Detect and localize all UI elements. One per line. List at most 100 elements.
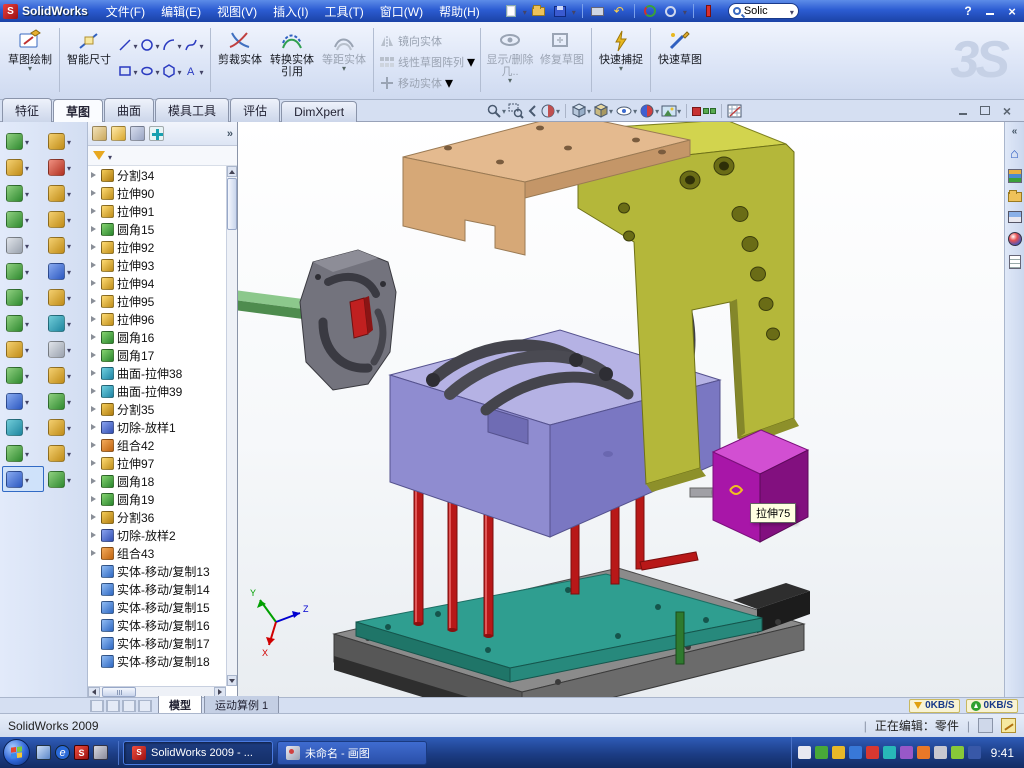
- ellipse-tool[interactable]: [139, 58, 161, 84]
- edit-appearance-icon[interactable]: [639, 103, 659, 119]
- menu-tools[interactable]: 工具(T): [316, 0, 371, 23]
- menu-file[interactable]: 文件(F): [98, 0, 153, 23]
- dropdown-arrow-icon[interactable]: [67, 366, 71, 384]
- dropdown-arrow-icon[interactable]: [25, 236, 29, 254]
- minimize-button[interactable]: [982, 4, 998, 18]
- expand-arrow-icon[interactable]: [91, 298, 100, 304]
- tab-evaluate[interactable]: 评估: [230, 98, 280, 122]
- dropdown-arrow-icon[interactable]: [67, 262, 71, 280]
- dropdown-arrow-icon[interactable]: [25, 418, 29, 436]
- tray-icon[interactable]: [900, 746, 913, 759]
- browser-icon[interactable]: e: [55, 745, 70, 760]
- rectangle-tool[interactable]: [117, 58, 139, 84]
- dropdown-arrow-icon[interactable]: ▾: [342, 66, 346, 72]
- dropdown-arrow-icon[interactable]: [25, 366, 29, 384]
- taskbar-button-paint[interactable]: 未命名 - 画图: [277, 741, 427, 765]
- tree-item[interactable]: 分割35: [88, 400, 226, 418]
- tree-item[interactable]: 切除-放样1: [88, 418, 226, 436]
- left-tool-button[interactable]: [44, 154, 86, 180]
- design-library-icon[interactable]: [1008, 169, 1022, 183]
- smart-dimension-button[interactable]: 智能尺寸: [64, 26, 114, 68]
- resources-home-icon[interactable]: ⌂: [1010, 146, 1018, 160]
- arm-and-slide-part[interactable]: [238, 250, 396, 390]
- circle-tool[interactable]: [139, 32, 161, 58]
- text-tool[interactable]: A: [183, 58, 205, 84]
- tree-item[interactable]: 拉伸94: [88, 274, 226, 292]
- options-dropdown-icon[interactable]: [683, 4, 687, 18]
- expand-arrow-icon[interactable]: [91, 424, 100, 430]
- status-edit-icon[interactable]: [1001, 718, 1016, 733]
- tray-icon[interactable]: [832, 746, 845, 759]
- tab-dimxpert[interactable]: DimXpert: [281, 101, 357, 122]
- filter-icon[interactable]: [93, 151, 105, 160]
- tab-mold-tools[interactable]: 模具工具: [155, 98, 229, 122]
- quick-snaps-button[interactable]: 快速捕捉 ▾: [596, 26, 646, 74]
- left-tool-button[interactable]: [44, 180, 86, 206]
- left-tool-button[interactable]: [2, 336, 44, 362]
- expand-arrow-icon[interactable]: [91, 640, 100, 646]
- tree-item[interactable]: 圆角17: [88, 346, 226, 364]
- expand-arrow-icon[interactable]: [91, 550, 100, 556]
- file-explorer-icon[interactable]: [1008, 192, 1022, 202]
- tree-item[interactable]: 分割36: [88, 508, 226, 526]
- left-tool-button[interactable]: [44, 258, 86, 284]
- first-tab-icon[interactable]: [90, 700, 104, 712]
- magenta-block-part[interactable]: [713, 430, 808, 542]
- search-input[interactable]: [744, 5, 790, 17]
- dropdown-arrow-icon[interactable]: [67, 288, 71, 306]
- tree-item[interactable]: 拉伸91: [88, 202, 226, 220]
- task-pane-chevron-icon[interactable]: «: [1012, 126, 1018, 137]
- red-appearance-swatch[interactable]: [692, 107, 701, 116]
- zoom-area-icon[interactable]: [508, 103, 524, 119]
- left-tool-button[interactable]: [2, 440, 44, 466]
- expand-arrow-icon[interactable]: [91, 442, 100, 448]
- apply-scene-icon[interactable]: [661, 103, 681, 119]
- left-tool-button[interactable]: [44, 284, 86, 310]
- tree-item[interactable]: 实体-移动/复制13: [88, 562, 226, 580]
- expand-arrow-icon[interactable]: [91, 226, 100, 232]
- dimxpertmanager-tab-icon[interactable]: [149, 126, 164, 141]
- tree-item[interactable]: 组合43: [88, 544, 226, 562]
- tree-item[interactable]: 圆角16: [88, 328, 226, 346]
- panel-chevron-icon[interactable]: »: [227, 128, 233, 140]
- expand-arrow-icon[interactable]: [91, 568, 100, 574]
- tray-icon[interactable]: [815, 746, 828, 759]
- expand-arrow-icon[interactable]: [91, 514, 100, 520]
- dropdown-arrow-icon[interactable]: [67, 132, 71, 150]
- menu-view[interactable]: 视图(V): [209, 0, 265, 23]
- expand-arrow-icon[interactable]: [91, 352, 100, 358]
- menu-window[interactable]: 窗口(W): [372, 0, 431, 23]
- dropdown-arrow-icon[interactable]: [67, 314, 71, 332]
- tree-item[interactable]: 拉伸90: [88, 184, 226, 202]
- tray-icon[interactable]: [849, 746, 862, 759]
- options-icon[interactable]: [662, 3, 680, 19]
- tree-item[interactable]: 曲面-拉伸39: [88, 382, 226, 400]
- left-tool-button[interactable]: [2, 232, 44, 258]
- dropdown-arrow-icon[interactable]: ▾: [619, 66, 623, 72]
- tree-item[interactable]: 圆角19: [88, 490, 226, 508]
- left-tool-button[interactable]: [44, 206, 86, 232]
- last-tab-icon[interactable]: [138, 700, 152, 712]
- new-dropdown-icon[interactable]: [523, 4, 527, 18]
- dropdown-arrow-icon[interactable]: [67, 340, 71, 358]
- search-dropdown-icon[interactable]: [790, 4, 794, 18]
- left-tool-button[interactable]: [44, 310, 86, 336]
- sketch-grid-icon[interactable]: [727, 103, 743, 119]
- expand-arrow-icon[interactable]: [91, 262, 100, 268]
- tree-item[interactable]: 圆角15: [88, 220, 226, 238]
- tray-icon[interactable]: [866, 746, 879, 759]
- polygon-tool[interactable]: [161, 58, 183, 84]
- tree-item[interactable]: 曲面-拉伸38: [88, 364, 226, 382]
- sketch-button[interactable]: 草图绘制 ▾: [5, 26, 55, 74]
- propertymanager-tab-icon[interactable]: [111, 126, 126, 141]
- expand-arrow-icon[interactable]: [91, 622, 100, 628]
- print-icon[interactable]: [589, 3, 607, 19]
- scroll-up-icon[interactable]: [227, 166, 237, 177]
- scroll-down-icon[interactable]: [227, 675, 237, 686]
- green-appearance-swatch[interactable]: [703, 108, 716, 114]
- expand-arrow-icon[interactable]: [91, 406, 100, 412]
- tree-item[interactable]: 切除-放样2: [88, 526, 226, 544]
- status-grid-icon[interactable]: [978, 718, 993, 733]
- expand-arrow-icon[interactable]: [91, 280, 100, 286]
- rebuild-icon[interactable]: [641, 3, 659, 19]
